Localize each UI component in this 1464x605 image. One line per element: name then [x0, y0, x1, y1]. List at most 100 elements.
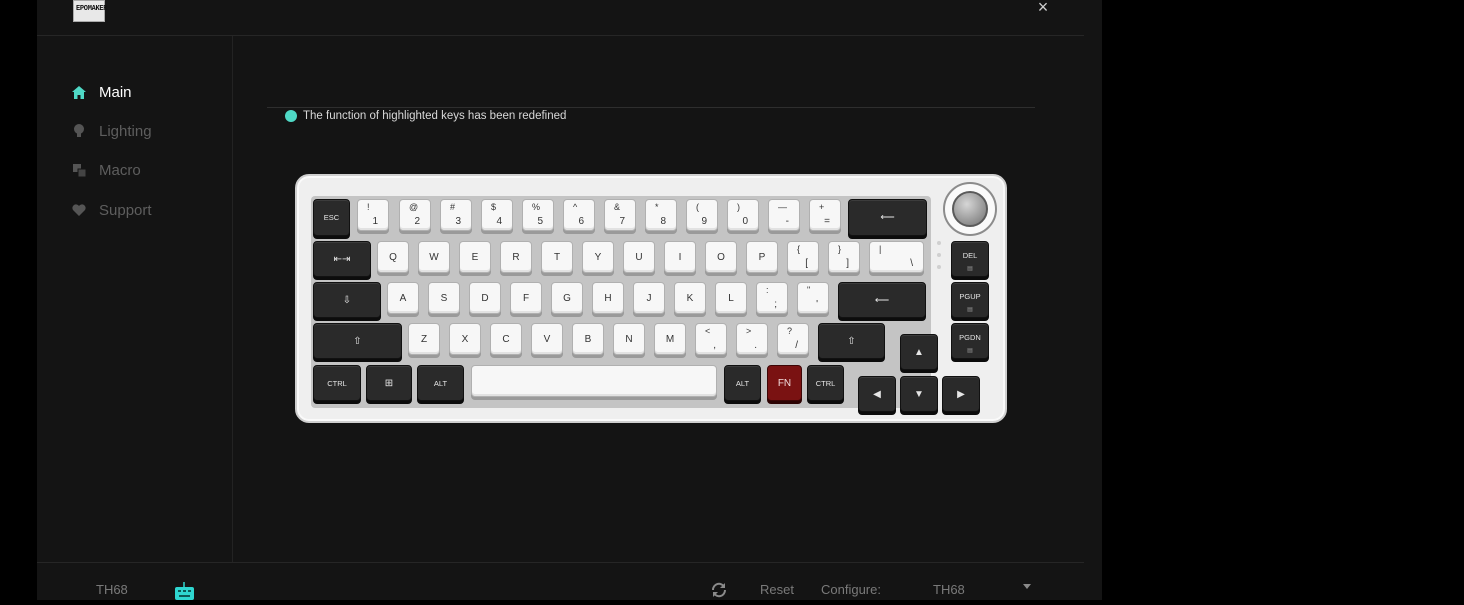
- volume-knob[interactable]: [943, 182, 997, 236]
- key-l[interactable]: L: [715, 282, 747, 314]
- key-equal[interactable]: + =: [809, 199, 841, 231]
- refresh-icon[interactable]: [710, 582, 728, 598]
- key-6[interactable]: ^ 6: [563, 199, 595, 231]
- key-b[interactable]: B: [572, 323, 604, 355]
- key-0[interactable]: ) 0: [727, 199, 759, 231]
- key-backslash[interactable]: | \: [869, 241, 924, 273]
- keyboard-device-icon[interactable]: [174, 581, 195, 600]
- sidebar-item-label: Lighting: [99, 122, 152, 140]
- key-s[interactable]: S: [428, 282, 460, 314]
- key-legend: B: [584, 333, 592, 345]
- close-button[interactable]: ×: [1033, 0, 1053, 16]
- key-esc[interactable]: ESC: [313, 199, 350, 236]
- key-f[interactable]: F: [510, 282, 542, 314]
- key-main-legend: 1: [372, 216, 378, 227]
- key-legend: S: [440, 292, 448, 304]
- key-comma[interactable]: <,: [695, 323, 727, 355]
- key-1[interactable]: ! 1: [357, 199, 389, 231]
- sidebar-item-label: Support: [99, 201, 152, 219]
- key-o[interactable]: O: [705, 241, 737, 273]
- chevron-down-icon[interactable]: [1023, 584, 1031, 589]
- key-r[interactable]: R: [500, 241, 532, 273]
- key-q[interactable]: Q: [377, 241, 409, 273]
- key-fn[interactable]: FN: [767, 365, 802, 401]
- key-legend: ▶: [957, 388, 965, 400]
- key-i[interactable]: I: [664, 241, 696, 273]
- key-main-legend: 3: [455, 216, 461, 227]
- key-rshift[interactable]: ⇧: [818, 323, 885, 359]
- key-rctrl[interactable]: CTRL: [807, 365, 844, 401]
- sidebar-item-support[interactable]: Support: [71, 199, 152, 221]
- key-lalt[interactable]: ALT: [417, 365, 464, 401]
- key-h[interactable]: H: [592, 282, 624, 314]
- key-7[interactable]: & 7: [604, 199, 636, 231]
- key-semicolon[interactable]: :;: [756, 282, 788, 314]
- key-win[interactable]: ⊞: [366, 365, 412, 401]
- brand-logo: EPOMAKER: [73, 0, 108, 22]
- key-j[interactable]: J: [633, 282, 665, 314]
- key-tab[interactable]: ⇤⇥: [313, 241, 371, 277]
- key-legend: T: [553, 251, 561, 263]
- key-lshift[interactable]: ⇧: [313, 323, 402, 359]
- key-space[interactable]: [471, 365, 717, 397]
- key-v[interactable]: V: [531, 323, 563, 355]
- key-9[interactable]: (9: [686, 199, 718, 231]
- key-e[interactable]: E: [459, 241, 491, 273]
- configure-select-value[interactable]: TH68: [933, 582, 965, 597]
- key-y[interactable]: Y: [582, 241, 614, 273]
- key-lctrl[interactable]: CTRL: [313, 365, 361, 401]
- indicator-led: [937, 241, 941, 245]
- key-down[interactable]: ▼: [900, 376, 938, 412]
- key-4[interactable]: $4: [481, 199, 513, 231]
- key-z[interactable]: Z: [408, 323, 440, 355]
- key-m[interactable]: M: [654, 323, 686, 355]
- key-5[interactable]: % 5: [522, 199, 554, 231]
- key-lbracket[interactable]: {[: [787, 241, 819, 273]
- key-k[interactable]: K: [674, 282, 706, 314]
- key-main-legend: 0: [742, 216, 748, 227]
- key-caps[interactable]: ⇩: [313, 282, 381, 318]
- key-enter[interactable]: ⟵: [838, 282, 926, 318]
- key-rbracket[interactable]: }]: [828, 241, 860, 273]
- key-t[interactable]: T: [541, 241, 573, 273]
- key-p[interactable]: P: [746, 241, 778, 273]
- key-main-legend: 6: [578, 216, 584, 227]
- key-n[interactable]: N: [613, 323, 645, 355]
- key-g[interactable]: G: [551, 282, 583, 314]
- sidebar-item-lighting[interactable]: Lighting: [71, 120, 152, 142]
- key-3[interactable]: #3: [440, 199, 472, 231]
- key-shift-legend: ): [737, 202, 740, 212]
- key-quote[interactable]: " ': [797, 282, 829, 314]
- key-ralt[interactable]: ALT: [724, 365, 761, 401]
- key-del[interactable]: DEL ▤: [951, 241, 989, 277]
- key-legend: ESC: [323, 213, 340, 222]
- key-shift-legend: ": [807, 285, 811, 295]
- sidebar-item-main[interactable]: Main: [71, 81, 132, 103]
- reset-button[interactable]: Reset: [760, 582, 794, 597]
- key-left[interactable]: ◀: [858, 376, 896, 412]
- key-pgdn[interactable]: PGDN ▤: [951, 323, 989, 359]
- key-a[interactable]: A: [387, 282, 419, 314]
- key-d[interactable]: D: [469, 282, 501, 314]
- key-8[interactable]: * 8: [645, 199, 677, 231]
- key-slash[interactable]: ? /: [777, 323, 809, 355]
- key-u[interactable]: U: [623, 241, 655, 273]
- key-legend: ⟵: [874, 294, 890, 306]
- key-main-legend: [: [805, 258, 808, 269]
- key-2[interactable]: @2: [399, 199, 431, 231]
- key-x[interactable]: X: [449, 323, 481, 355]
- key-backspace[interactable]: ⟵: [848, 199, 927, 236]
- key-right[interactable]: ▶: [942, 376, 980, 412]
- key-shift-legend: %: [532, 202, 541, 212]
- key-c[interactable]: C: [490, 323, 522, 355]
- key-pgup[interactable]: PGUP ▤: [951, 282, 989, 318]
- key-minus[interactable]: — -: [768, 199, 800, 231]
- key-period[interactable]: >.: [736, 323, 768, 355]
- sidebar-item-macro[interactable]: Macro: [71, 159, 141, 181]
- key-legend: ▲: [914, 346, 924, 358]
- key-shift-legend: !: [367, 202, 370, 212]
- key-legend: E: [471, 251, 479, 263]
- key-shift-legend: |: [879, 244, 882, 254]
- key-w[interactable]: W: [418, 241, 450, 273]
- key-up[interactable]: ▲: [900, 334, 938, 370]
